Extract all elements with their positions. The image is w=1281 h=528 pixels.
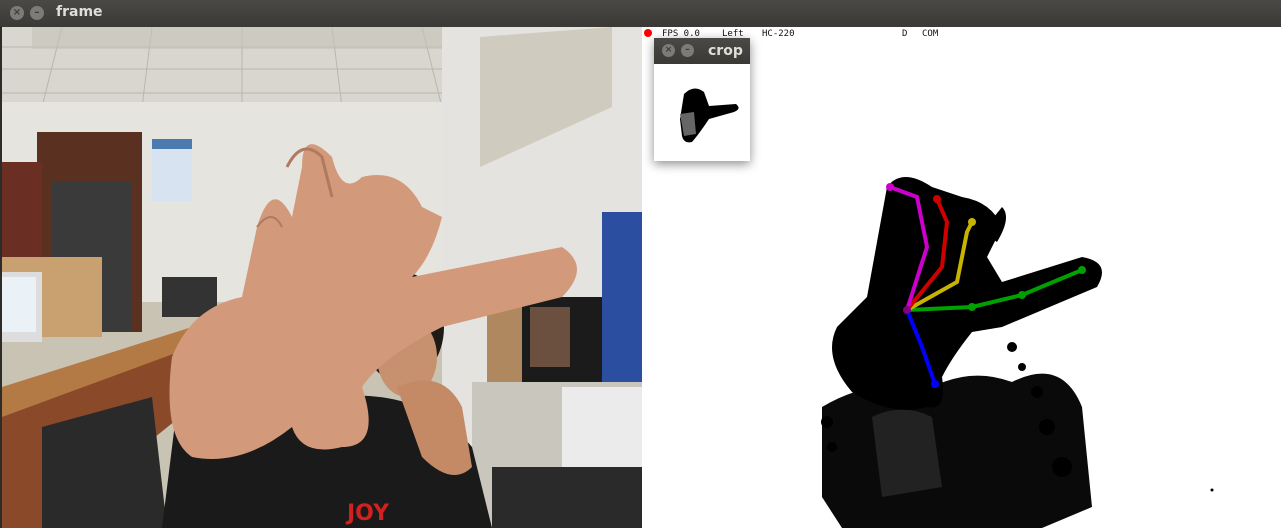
shirt-text: JOY <box>345 501 390 526</box>
camera-image: JOY <box>2 27 642 528</box>
minimize-icon[interactable]: – <box>30 6 44 20</box>
mode-d: D <box>902 29 908 39</box>
frame-window: × – frame JOY FPS 0.0 Left HC-220 D COM … <box>0 0 1281 528</box>
joint-ring-tip <box>933 195 941 203</box>
mode-com: COM <box>922 29 939 39</box>
crop-image <box>680 88 739 143</box>
status-dot <box>644 29 652 37</box>
joint-middle-tip <box>968 218 976 226</box>
crop-title-bar[interactable]: × – crop <box>654 38 750 64</box>
joint-pinky-tip <box>886 183 894 191</box>
joint-index-tip <box>1078 266 1086 274</box>
crop-close-icon[interactable]: × <box>662 44 675 57</box>
joint-index-dip <box>1018 291 1026 299</box>
crop-title: crop <box>708 43 743 59</box>
joint-wrist <box>903 306 911 314</box>
window-title: frame <box>56 4 103 20</box>
crop-minimize-icon[interactable]: – <box>681 44 694 57</box>
close-icon[interactable]: × <box>10 6 24 20</box>
camera-view: JOY <box>2 27 642 528</box>
crop-window[interactable]: × – crop <box>654 38 750 161</box>
joint-thumb-tip <box>931 380 939 388</box>
title-bar[interactable]: × – frame <box>0 0 1281 28</box>
joint-index-mid <box>968 303 976 311</box>
model-name: HC-220 <box>762 29 795 39</box>
